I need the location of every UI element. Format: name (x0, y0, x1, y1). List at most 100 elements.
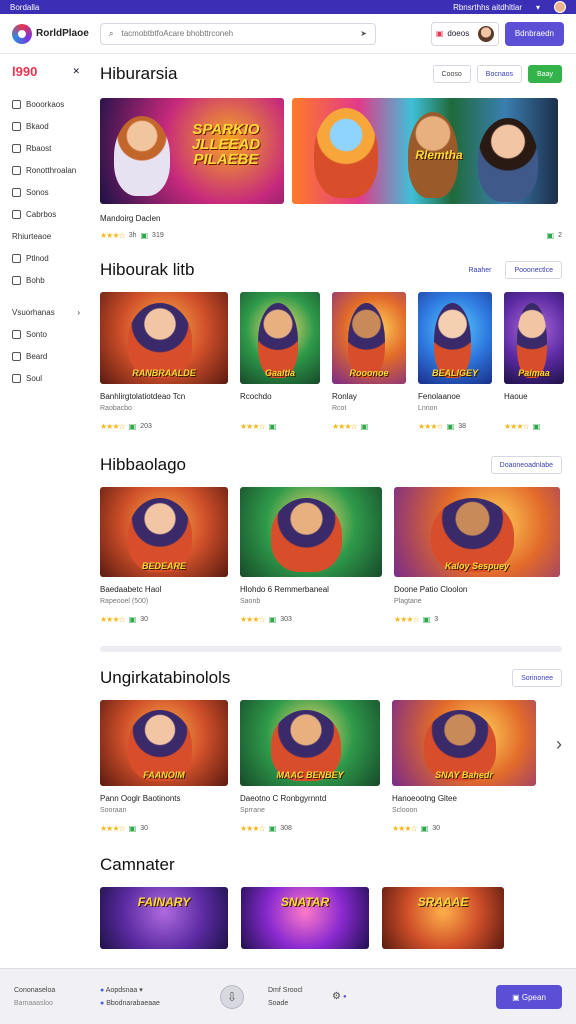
section-2-button[interactable]: Pooonectlce (505, 261, 562, 279)
bottom-cta-button[interactable]: ▣ Gpean (496, 985, 562, 1009)
game-meta: ★★★☆ ▣ (504, 422, 564, 431)
featured-button-3[interactable]: Baay (528, 65, 562, 83)
game-thumbnail[interactable]: Gaaltla (240, 292, 320, 384)
game-title[interactable]: Haoue (504, 392, 564, 401)
game-card[interactable]: SNAY Bahedr Hanoeootng Gltee Sclooon ★★★☆ ▣ 3… (392, 700, 536, 833)
thumbnail-title: FAANOIM (143, 770, 185, 780)
game-thumbnail[interactable]: Kaloy Sespuey (394, 487, 560, 577)
game-card[interactable]: Gaaltla Rcochdo ★★★☆ ▣ (240, 292, 320, 431)
section-2-link[interactable]: Raaher (460, 261, 500, 279)
game-card[interactable]: FAANOIM Pann Ooglr Baotinonts Sooraan ★★★☆ ▣… (100, 700, 228, 833)
sidebar-item[interactable]: Rbaost (12, 137, 80, 159)
collapse-icon[interactable]: ✕ (72, 66, 80, 77)
featured-card-title[interactable]: Mandoirg Daclen (100, 214, 562, 223)
player-count: 308 (280, 825, 292, 832)
sidebar-item[interactable]: Bkaod (12, 115, 80, 137)
game-subtitle: Saonb (240, 598, 261, 605)
folder-icon (12, 275, 21, 285)
player-count: 303 (280, 616, 292, 623)
game-card[interactable]: Hlohdo 6 Remmerbaneal Saonb ★★★☆ ▣ 303 (240, 487, 382, 624)
sidebar-item[interactable]: Ronotthroalan (12, 159, 80, 181)
featured-header: Hiburarsia Cooso Bocnaos Baay (100, 64, 562, 84)
bottom-link-1[interactable]: ● Aopdsnaa ▾ (100, 986, 216, 994)
account-chip[interactable]: ▣ doeos (430, 21, 499, 46)
game-thumbnail[interactable]: SNAY Bahedr (392, 700, 536, 786)
bottom-link-2[interactable]: ● Bbodnarabaeaae (100, 1000, 216, 1007)
game-thumbnail[interactable]: BEALIGEY (418, 292, 492, 384)
game-thumbnail[interactable]: FAINARY (100, 887, 228, 949)
game-card[interactable]: BEDEARE Baedaabetc Haol Rapeooel (500) ★★★☆… (100, 487, 228, 624)
logo-icon (12, 23, 32, 44)
featured-button-2[interactable]: Bocnaos (476, 65, 523, 83)
game-thumbnail[interactable]: SNATAR (241, 887, 369, 949)
search-input[interactable] (121, 29, 353, 38)
game-thumbnail[interactable] (240, 487, 382, 577)
account-label: doeos (447, 29, 470, 38)
game-title[interactable]: Hanoeootng Gltee (392, 794, 536, 803)
game-title[interactable]: Pann Ooglr Baotinonts (100, 794, 228, 803)
header-primary-button[interactable]: Bdnbraedn (504, 21, 564, 46)
featured-button-1[interactable]: Cooso (432, 65, 471, 83)
sidebar-item[interactable]: Cabrbos (12, 203, 80, 225)
thumbnail-title: FAINARY (137, 895, 191, 909)
sidebar-section-label[interactable]: Rhiurteaoe (12, 225, 80, 247)
rating-stars-icon: ★★★☆ (100, 231, 126, 240)
sidebar-item[interactable]: Ptlnod (12, 247, 80, 269)
game-card[interactable]: Rooonoe Ronlay Rcot ★★★☆ ▣ (332, 292, 406, 431)
section-4-button[interactable]: Sorinonee (512, 669, 562, 687)
logo[interactable]: RorldPlaoe (12, 23, 100, 44)
game-card[interactable]: MAAC BENBEY Daeotno C Ronbgyrnntd Sprrane ★… (240, 700, 380, 833)
game-card[interactable]: Kaloy Sespuey Doone Patio Cloolon Plagtane… (394, 487, 560, 624)
game-title[interactable]: Fenolaanoe (418, 392, 492, 401)
bottom-bar: Cononaseloa Bamaaasloo ● Aopdsnaa ▾ ● Bb… (0, 968, 576, 1024)
game-card[interactable]: Paimaa Haoue ★★★☆ ▣ (504, 292, 564, 431)
sidebar-item[interactable]: Bohb (12, 269, 80, 291)
featured-banner-1[interactable]: SPARKIO JLLEEAD PILAEBE (100, 98, 284, 204)
sidebar-item[interactable]: Booorkaos (12, 93, 80, 115)
game-thumbnail[interactable]: Rooonoe (332, 292, 406, 384)
game-title[interactable]: Baedaabetc Haol (100, 585, 228, 594)
controller-icon (12, 187, 21, 197)
game-card[interactable]: RANBRAALDE Banhlirgtolatiotdeao Tcn Raobac… (100, 292, 228, 431)
account-avatar (477, 25, 494, 42)
sidebar-item[interactable]: Soul (12, 367, 80, 389)
download-button[interactable]: ⇩ (220, 984, 244, 1009)
avatar[interactable] (554, 1, 566, 13)
logo-text: RorldPlaoe (36, 28, 89, 39)
bottom-link-4[interactable]: Soade (268, 1000, 332, 1007)
thumbnail-title: SNAY Bahedr (435, 770, 493, 780)
game-thumbnail[interactable]: FAANOIM (100, 700, 228, 786)
sidebar-section-toggle[interactable]: Vsuorhanas › (12, 301, 80, 323)
game-subtitle: Sclooon (392, 807, 418, 814)
game-thumbnail[interactable]: BEDEARE (100, 487, 228, 577)
search-bar[interactable]: ⌕ ➤ (100, 22, 376, 45)
online-icon: ▣ (546, 231, 555, 240)
gamepad-icon: ▣ (512, 992, 520, 1002)
sidebar-item[interactable]: Sonto (12, 323, 80, 345)
sidebar-item[interactable]: Beard (12, 345, 80, 367)
game-thumbnail[interactable]: SRAAAE (382, 887, 504, 949)
section-3-button[interactable]: Doaoneoadnlabe (490, 456, 562, 474)
bottom-link-3[interactable]: Dmf Sroocl (268, 987, 332, 994)
game-thumbnail[interactable]: RANBRAALDE (100, 292, 228, 384)
game-meta: ★★★☆ ▣ 303 (240, 615, 382, 624)
game-thumbnail[interactable]: MAAC BENBEY (240, 700, 380, 786)
search-icon: ⌕ (109, 28, 114, 38)
game-title[interactable]: Daeotno C Ronbgyrnntd (240, 794, 380, 803)
game-thumbnail[interactable]: Paimaa (504, 292, 564, 384)
game-title[interactable]: Doone Patio Cloolon (394, 585, 560, 594)
send-icon[interactable]: ➤ (360, 29, 367, 38)
featured-banner-2[interactable]: Rlemtha (292, 98, 558, 204)
game-title[interactable]: Rcochdo (240, 392, 320, 401)
game-title[interactable]: Ronlay (332, 392, 406, 401)
game-title[interactable]: Banhlirgtolatiotdeao Tcn (100, 392, 228, 401)
settings-icon[interactable]: ⚙ (332, 991, 341, 1002)
game-card[interactable]: BEALIGEY Fenolaanoe Lnnon ★★★☆ ▣ 38 (418, 292, 492, 431)
sidebar-item[interactable]: Sonos (12, 181, 80, 203)
chart-icon (12, 165, 21, 175)
game-title[interactable]: Hlohdo 6 Remmerbaneal (240, 585, 382, 594)
game-meta: ★★★☆ ▣ 30 (100, 615, 228, 624)
chevron-right-icon[interactable]: › (556, 734, 562, 755)
game-subtitle (504, 405, 564, 414)
character-art (271, 498, 342, 572)
